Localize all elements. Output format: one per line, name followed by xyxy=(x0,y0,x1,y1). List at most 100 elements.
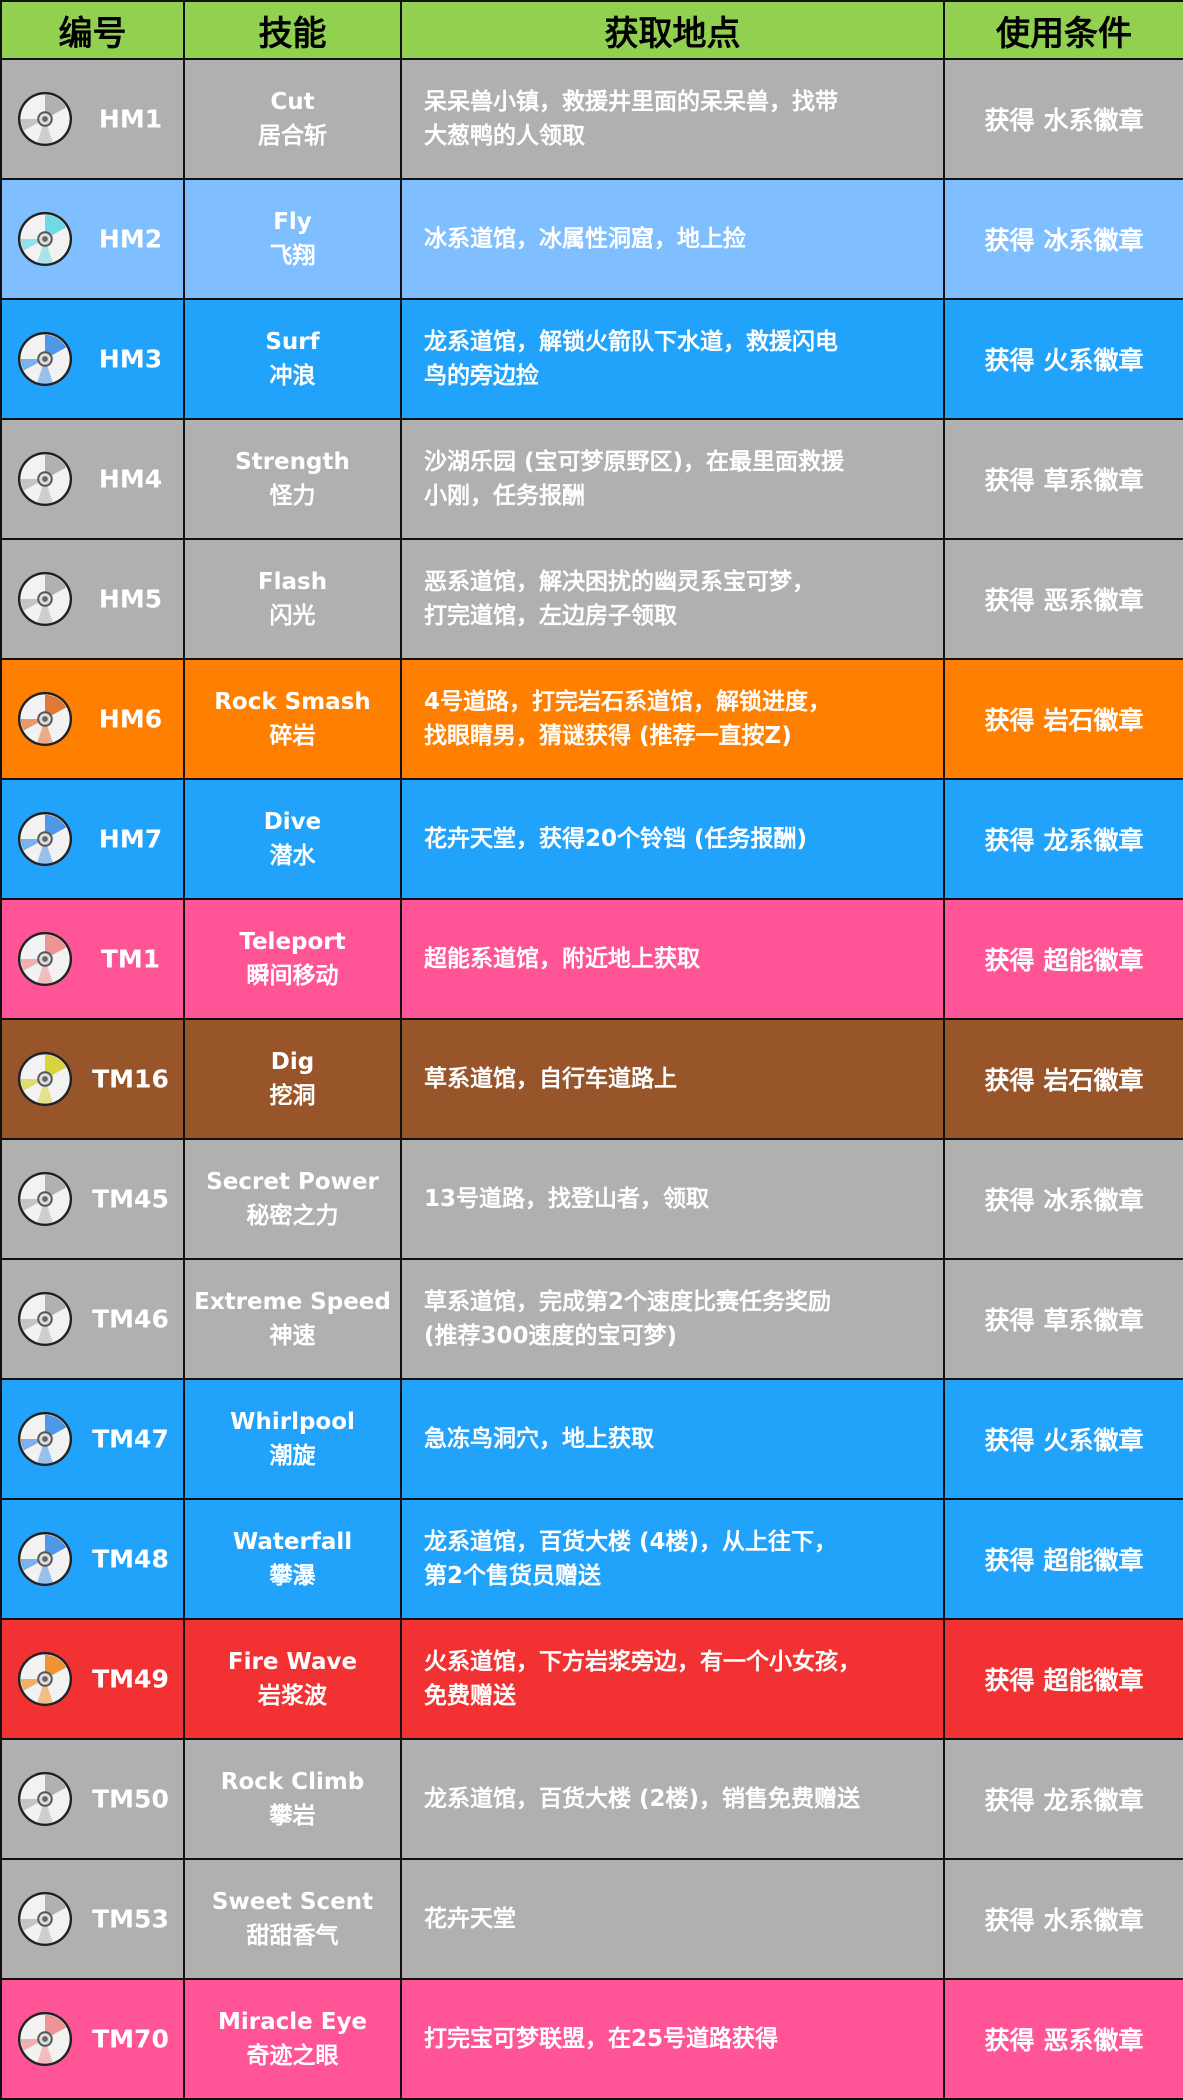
condition-prefix: 获得 xyxy=(984,946,1035,975)
condition-prefix: 获得 xyxy=(984,106,1035,135)
table-body: HM1 Cut 居合斩 呆呆兽小镇，救援井里面的呆呆兽，找带 大葱鸭的人领取 获得… xyxy=(0,58,1183,2100)
skill-name-en: Miracle Eye xyxy=(217,2009,368,2035)
skill-cell: Rock Climb 攀岩 xyxy=(183,1738,402,1860)
location-line: 龙系道馆，百货大楼 (2楼)，销售免费赠送 xyxy=(424,1786,861,1812)
condition-prefix: 获得 xyxy=(984,466,1035,495)
item-number: TM53 xyxy=(92,1904,169,1934)
skill-name-zh: 飞翔 xyxy=(269,243,316,269)
item-number: HM7 xyxy=(98,824,163,854)
cd-disc-icon xyxy=(17,1651,73,1707)
cd-disc-icon xyxy=(17,1531,73,1587)
condition-cell: 获得 岩石徽章 xyxy=(943,1018,1183,1140)
location-line: 龙系道馆，解锁火箭队下水道，救援闪电 xyxy=(424,329,838,355)
number-cell: HM7 xyxy=(0,778,185,900)
condition-cell: 获得 火系徽章 xyxy=(943,1378,1183,1500)
table-row: TM1 Teleport 瞬间移动 超能系道馆，附近地上获取 获得 超能徽章 xyxy=(0,898,1183,1020)
skill-name-zh: 潮旋 xyxy=(269,1443,316,1469)
location-cell: 恶系道馆，解决困扰的幽灵系宝可梦， 打完道馆，左边房子领取 xyxy=(400,538,945,660)
number-cell: TM45 xyxy=(0,1138,185,1260)
item-number: TM48 xyxy=(92,1544,169,1574)
condition-cell: 获得 龙系徽章 xyxy=(943,778,1183,900)
table-row: TM53 Sweet Scent 甜甜香气 花卉天堂 获得 水系徽章 xyxy=(0,1858,1183,1980)
table-row: HM1 Cut 居合斩 呆呆兽小镇，救援井里面的呆呆兽，找带 大葱鸭的人领取 获得… xyxy=(0,58,1183,180)
cd-disc-icon xyxy=(17,451,73,507)
badge-name: 冰系徽章 xyxy=(1043,1186,1144,1215)
condition-cell: 获得 水系徽章 xyxy=(943,58,1183,180)
number-cell: HM3 xyxy=(0,298,185,420)
skill-name-zh: 秘密之力 xyxy=(246,1203,339,1229)
condition-prefix: 获得 xyxy=(984,1906,1035,1935)
number-cell: HM2 xyxy=(0,178,185,300)
condition-cell: 获得 冰系徽章 xyxy=(943,1138,1183,1260)
skill-cell: Rock Smash 碎岩 xyxy=(183,658,402,780)
skill-name-zh: 怪力 xyxy=(269,483,316,509)
location-cell: 打完宝可梦联盟，在25号道路获得 xyxy=(400,1978,945,2100)
condition-cell: 获得 草系徽章 xyxy=(943,418,1183,540)
number-cell: TM70 xyxy=(0,1978,185,2100)
skill-cell: Sweet Scent 甜甜香气 xyxy=(183,1858,402,1980)
location-line: (推荐300速度的宝可梦) xyxy=(424,1323,678,1349)
badge-name: 火系徽章 xyxy=(1043,346,1144,375)
number-cell: TM47 xyxy=(0,1378,185,1500)
location-line: 草系道馆，完成第2个速度比赛任务奖励 xyxy=(424,1289,832,1315)
badge-name: 恶系徽章 xyxy=(1043,586,1144,615)
location-cell: 龙系道馆，百货大楼 (2楼)，销售免费赠送 xyxy=(400,1738,945,1860)
condition-cell: 获得 草系徽章 xyxy=(943,1258,1183,1380)
location-cell: 龙系道馆，百货大楼 (4楼)，从上往下， 第2个售货员赠送 xyxy=(400,1498,945,1620)
condition-prefix: 获得 xyxy=(984,2026,1035,2055)
skill-cell: Strength 怪力 xyxy=(183,418,402,540)
condition-prefix: 获得 xyxy=(984,1666,1035,1695)
badge-name: 冰系徽章 xyxy=(1043,226,1144,255)
cd-disc-icon xyxy=(17,931,73,987)
location-line: 第2个售货员赠送 xyxy=(424,1563,602,1589)
location-line: 火系道馆，下方岩浆旁边，有一个小女孩， xyxy=(424,1649,861,1675)
skill-cell: Whirlpool 潮旋 xyxy=(183,1378,402,1500)
header-number: 编号 xyxy=(0,0,185,60)
badge-name: 龙系徽章 xyxy=(1043,1786,1144,1815)
location-cell: 急冻鸟洞穴，地上获取 xyxy=(400,1378,945,1500)
condition-cell: 获得 水系徽章 xyxy=(943,1858,1183,1980)
location-cell: 草系道馆，完成第2个速度比赛任务奖励 (推荐300速度的宝可梦) xyxy=(400,1258,945,1380)
table-row: TM46 Extreme Speed 神速 草系道馆，完成第2个速度比赛任务奖励… xyxy=(0,1258,1183,1380)
condition-prefix: 获得 xyxy=(984,706,1035,735)
skill-cell: Extreme Speed 神速 xyxy=(183,1258,402,1380)
number-cell: TM48 xyxy=(0,1498,185,1620)
skill-name-en: Secret Power xyxy=(206,1169,379,1195)
skill-cell: Flash 闪光 xyxy=(183,538,402,660)
location-line: 呆呆兽小镇，救援井里面的呆呆兽，找带 xyxy=(424,89,838,115)
item-number: TM45 xyxy=(92,1184,169,1214)
skill-name-zh: 碎岩 xyxy=(269,723,316,749)
cd-disc-icon xyxy=(17,1891,73,1947)
skill-cell: Surf 冲浪 xyxy=(183,298,402,420)
skill-name-en: Strength xyxy=(235,449,350,475)
skill-name-en: Rock Climb xyxy=(220,1769,365,1795)
location-line: 花卉天堂，获得20个铃铛 (任务报酬) xyxy=(424,826,808,852)
skill-name-en: Waterfall xyxy=(232,1529,353,1555)
number-cell: HM6 xyxy=(0,658,185,780)
item-number: HM6 xyxy=(98,704,163,734)
skill-name-zh: 奇迹之眼 xyxy=(246,2043,339,2069)
skill-name-zh: 居合斩 xyxy=(258,123,327,149)
table-row: HM6 Rock Smash 碎岩 4号道路，打完岩石系道馆，解锁进度， 找眼睛男… xyxy=(0,658,1183,780)
location-cell: 花卉天堂 xyxy=(400,1858,945,1980)
item-number: HM2 xyxy=(98,224,163,254)
location-cell: 超能系道馆，附近地上获取 xyxy=(400,898,945,1020)
skill-name-en: Dive xyxy=(263,809,322,835)
skill-name-en: Dig xyxy=(270,1049,315,1075)
cd-disc-icon xyxy=(17,571,73,627)
cd-disc-icon xyxy=(17,331,73,387)
location-cell: 13号道路，找登山者，领取 xyxy=(400,1138,945,1260)
location-line: 草系道馆，自行车道路上 xyxy=(424,1066,677,1092)
number-cell: TM50 xyxy=(0,1738,185,1860)
skill-cell: Dig 挖洞 xyxy=(183,1018,402,1140)
location-cell: 4号道路，打完岩石系道馆，解锁进度， 找眼睛男，猜谜获得 (推荐一直按Z) xyxy=(400,658,945,780)
location-line: 沙湖乐园 (宝可梦原野区)，在最里面救援 xyxy=(424,449,845,475)
skill-name-zh: 攀岩 xyxy=(269,1803,316,1829)
hm-tm-table: 编号 技能 获取地点 使用条件 HM1 Cut 居合斩 呆呆兽小镇，救援井里面的… xyxy=(0,0,1183,2100)
cd-disc-icon xyxy=(17,91,73,147)
condition-prefix: 获得 xyxy=(984,346,1035,375)
item-number: TM46 xyxy=(92,1304,169,1334)
location-line: 龙系道馆，百货大楼 (4楼)，从上往下， xyxy=(424,1529,838,1555)
location-line: 急冻鸟洞穴，地上获取 xyxy=(424,1426,654,1452)
item-number: HM1 xyxy=(98,104,163,134)
